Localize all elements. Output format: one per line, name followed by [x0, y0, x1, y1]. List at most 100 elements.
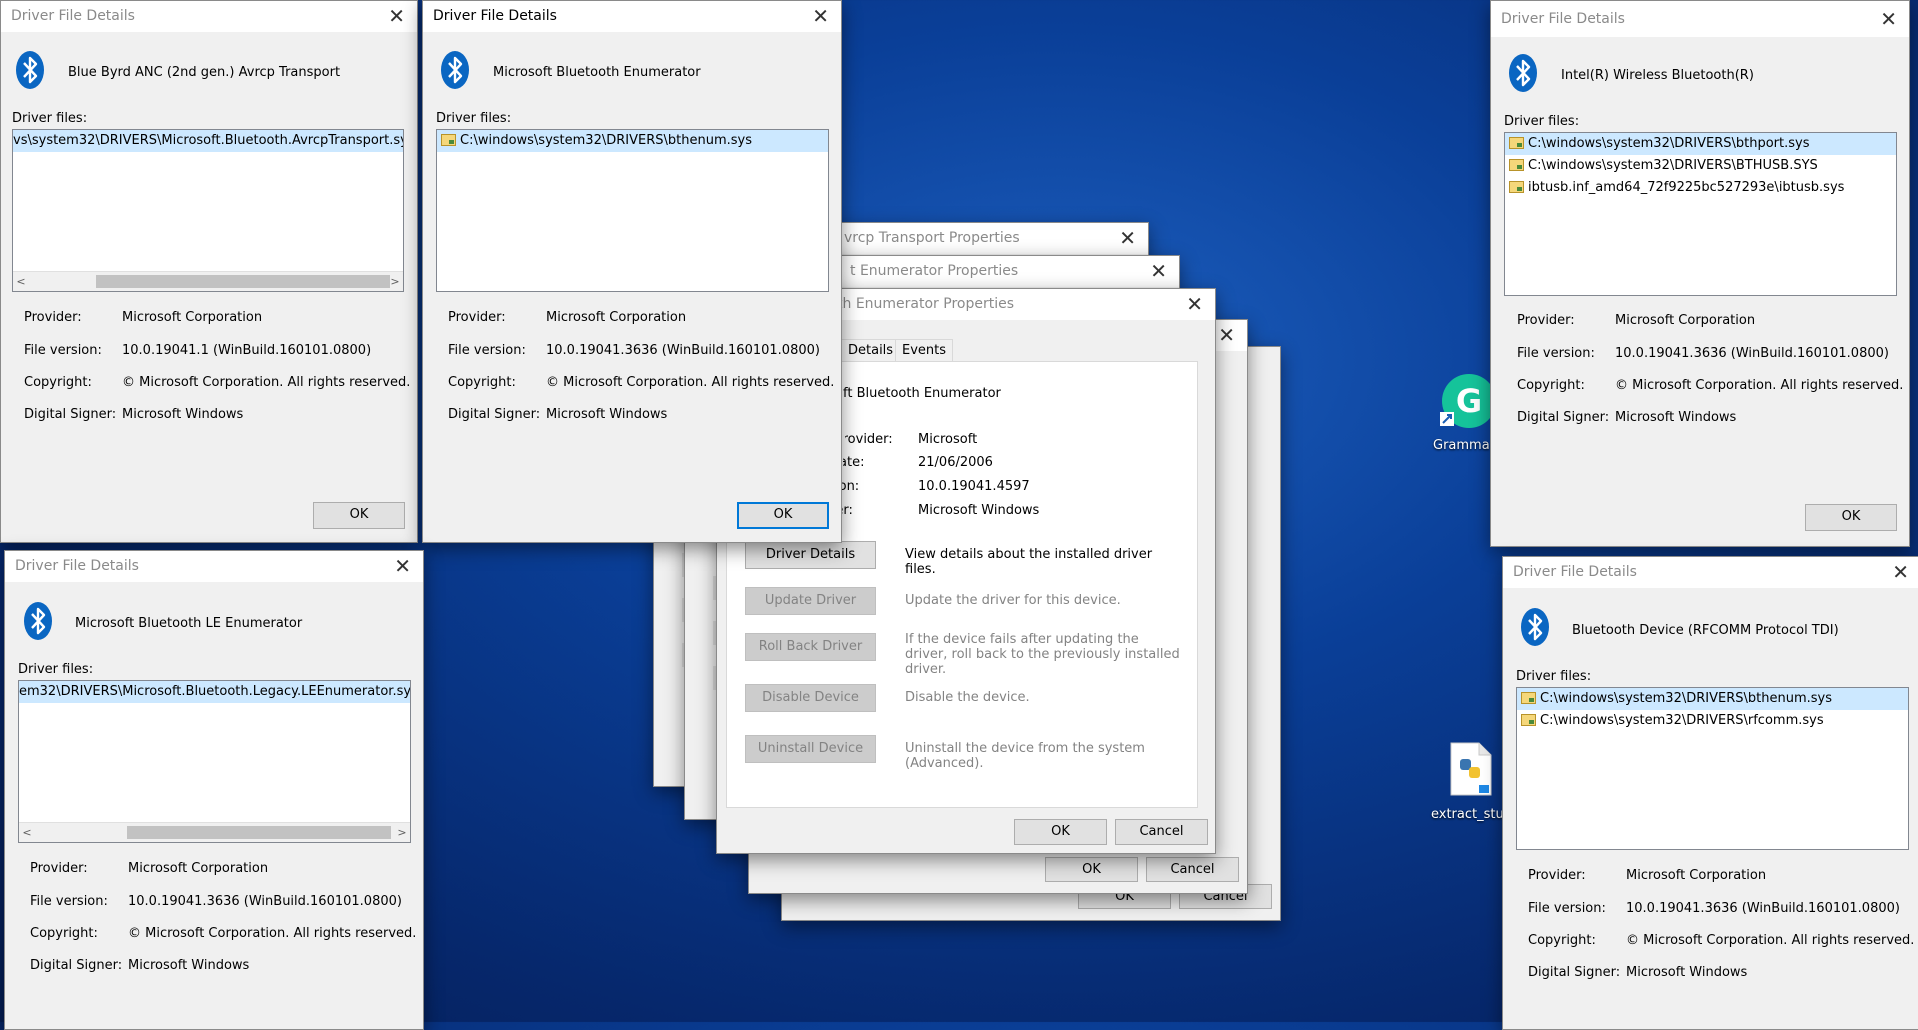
digital-signer-value: Microsoft Windows	[1626, 965, 1748, 980]
provider-label: Provider:	[448, 310, 506, 325]
file-version-value: 10.0.19041.3636 (WinBuild.160101.0800)	[546, 343, 820, 358]
roll-back-driver-button[interactable]: Roll Back Driver	[745, 633, 876, 661]
file-version-value: 10.0.19041.1 (WinBuild.160101.0800)	[122, 343, 372, 358]
digital-signer-label: Digital Signer:	[448, 407, 541, 422]
driver-file-details-dialog: Driver File Details ✕ Intel(R) Wireless …	[1490, 0, 1910, 547]
list-item[interactable]: ibtusb.inf_amd64_72f9225bc527293e\ibtusb…	[1505, 177, 1896, 199]
file-icon	[1521, 714, 1536, 726]
titlebar[interactable]: Driver File Details ✕	[1, 1, 417, 32]
python-file-label[interactable]: extract_stu	[1431, 807, 1504, 822]
device-name: Microsoft Bluetooth LE Enumerator	[75, 616, 303, 631]
file-path: vs\system32\DRIVERS\Microsoft.Bluetooth.…	[13, 133, 404, 148]
ok-button[interactable]: OK	[313, 502, 405, 529]
driver-files-list[interactable]: C:\windows\system32\DRIVERS\bthenum.sys	[436, 129, 829, 292]
provider-label: Provider:	[835, 432, 893, 447]
window-title: th Enumerator Properties	[837, 296, 1015, 312]
close-icon[interactable]: ✕	[812, 4, 829, 28]
titlebar[interactable]: Driver File Details ✕	[5, 551, 423, 582]
list-item[interactable]: C:\windows\system32\DRIVERS\bthport.sys	[1505, 133, 1896, 155]
bluetooth-icon	[1521, 608, 1549, 646]
list-item[interactable]: C:\windows\system32\DRIVERS\bthenum.sys	[437, 130, 828, 152]
digital-signer-label: Digital Signer:	[1517, 410, 1610, 425]
list-item[interactable]: C:\windows\system32\DRIVERS\rfcomm.sys	[1517, 710, 1908, 732]
window-title: Driver File Details	[1513, 564, 1637, 580]
driver-files-list[interactable]: C:\windows\system32\DRIVERS\bthenum.sys …	[1516, 687, 1909, 850]
ok-button[interactable]: OK	[1014, 819, 1107, 845]
close-icon[interactable]: ✕	[1892, 560, 1909, 584]
driver-details-button[interactable]: Driver Details	[745, 541, 876, 569]
cancel-button[interactable]: Cancel	[1146, 857, 1239, 882]
disable-device-button[interactable]: Disable Device	[745, 684, 876, 712]
grammarly-label[interactable]: Gramma	[1433, 438, 1490, 453]
driver-files-list[interactable]: C:\windows\system32\DRIVERS\bthport.sys …	[1504, 132, 1897, 296]
provider-value: Microsoft Corporation	[1626, 868, 1767, 883]
provider-value: Microsoft Corporation	[1615, 313, 1756, 328]
close-icon[interactable]: ✕	[1186, 292, 1203, 316]
file-icon	[1509, 137, 1524, 149]
uninstall-device-button[interactable]: Uninstall Device	[745, 735, 876, 763]
bluetooth-icon	[16, 51, 44, 89]
list-item[interactable]: C:\windows\system32\DRIVERS\bthenum.sys	[1517, 688, 1908, 710]
copyright-label: Copyright:	[30, 926, 98, 941]
scroll-thumb[interactable]	[127, 826, 391, 839]
copyright-value: © Microsoft Corporation. All rights rese…	[1615, 378, 1904, 393]
scroll-right-icon[interactable]: >	[394, 824, 410, 841]
file-path: C:\windows\system32\DRIVERS\bthenum.sys	[460, 133, 752, 148]
close-icon[interactable]: ✕	[394, 554, 411, 578]
driver-files-list[interactable]: vs\system32\DRIVERS\Microsoft.Bluetooth.…	[12, 129, 404, 292]
digital-signer-value: Microsoft Windows	[122, 407, 244, 422]
list-item[interactable]: vs\system32\DRIVERS\Microsoft.Bluetooth.…	[13, 130, 403, 152]
ok-button[interactable]: OK	[737, 502, 829, 529]
file-version-value: 10.0.19041.3636 (WinBuild.160101.0800)	[1615, 346, 1889, 361]
svg-text:G: G	[1456, 382, 1482, 420]
python-file-icon[interactable]	[1449, 741, 1493, 797]
close-icon[interactable]: ✕	[1880, 7, 1897, 31]
scroll-right-icon[interactable]: >	[387, 273, 403, 290]
titlebar[interactable]: Driver File Details ✕	[423, 1, 841, 32]
file-icon	[1509, 159, 1524, 171]
close-icon[interactable]: ✕	[1218, 323, 1235, 347]
file-path: em32\DRIVERS\Microsoft.Bluetooth.Legacy.…	[19, 684, 411, 699]
digital-signer-label: Digital Signer:	[24, 407, 117, 422]
copyright-value: © Microsoft Corporation. All rights rese…	[546, 375, 835, 390]
provider-value: Microsoft Corporation	[546, 310, 687, 325]
close-icon[interactable]: ✕	[1119, 226, 1136, 250]
driver-file-details-dialog: Driver File Details ✕ Bluetooth Device (…	[1502, 556, 1918, 1030]
update-driver-button[interactable]: Update Driver	[745, 587, 876, 615]
file-version-label: File version:	[448, 343, 526, 358]
tab-events[interactable]: Events	[895, 339, 954, 361]
bluetooth-icon	[24, 602, 52, 640]
digital-signer-label: Digital Signer:	[1528, 965, 1621, 980]
signer-value: Microsoft Windows	[918, 503, 1040, 518]
titlebar[interactable]: Driver File Details ✕	[1503, 557, 1918, 588]
driver-files-list[interactable]: em32\DRIVERS\Microsoft.Bluetooth.Legacy.…	[18, 680, 411, 843]
horizontal-scrollbar[interactable]: < >	[19, 822, 410, 842]
provider-label: Provider:	[1517, 313, 1575, 328]
provider-value: Microsoft Corporation	[128, 861, 269, 876]
date-value: 21/06/2006	[918, 455, 993, 470]
device-name: Microsoft Bluetooth Enumerator	[493, 65, 701, 80]
close-icon[interactable]: ✕	[388, 4, 405, 28]
scroll-thumb[interactable]	[96, 275, 390, 288]
copyright-label: Copyright:	[448, 375, 516, 390]
driver-file-details-dialog: Driver File Details ✕ Microsoft Bluetoot…	[4, 550, 424, 1030]
file-path: C:\windows\system32\DRIVERS\bthenum.sys	[1540, 691, 1832, 706]
provider-value: Microsoft	[918, 432, 978, 447]
tab-details[interactable]: Details	[841, 339, 901, 361]
ok-button[interactable]: OK	[1805, 504, 1897, 531]
scroll-left-icon[interactable]: <	[13, 273, 29, 290]
window-title: t Enumerator Properties	[850, 263, 1019, 279]
titlebar[interactable]: Driver File Details ✕	[1491, 1, 1909, 37]
device-name: Bluetooth Device (RFCOMM Protocol TDI)	[1572, 623, 1839, 638]
copyright-value: © Microsoft Corporation. All rights rese…	[122, 375, 411, 390]
horizontal-scrollbar[interactable]: < >	[13, 271, 403, 291]
list-item[interactable]: C:\windows\system32\DRIVERS\BTHUSB.SYS	[1505, 155, 1896, 177]
device-name: Intel(R) Wireless Bluetooth(R)	[1561, 68, 1754, 83]
close-icon[interactable]: ✕	[1150, 259, 1167, 283]
file-path: ibtusb.inf_amd64_72f9225bc527293e\ibtusb…	[1528, 180, 1845, 195]
list-item[interactable]: em32\DRIVERS\Microsoft.Bluetooth.Legacy.…	[19, 681, 410, 703]
ok-button[interactable]: OK	[1045, 857, 1138, 882]
cancel-button[interactable]: Cancel	[1115, 819, 1208, 845]
file-icon	[1509, 181, 1524, 193]
scroll-left-icon[interactable]: <	[19, 824, 35, 841]
